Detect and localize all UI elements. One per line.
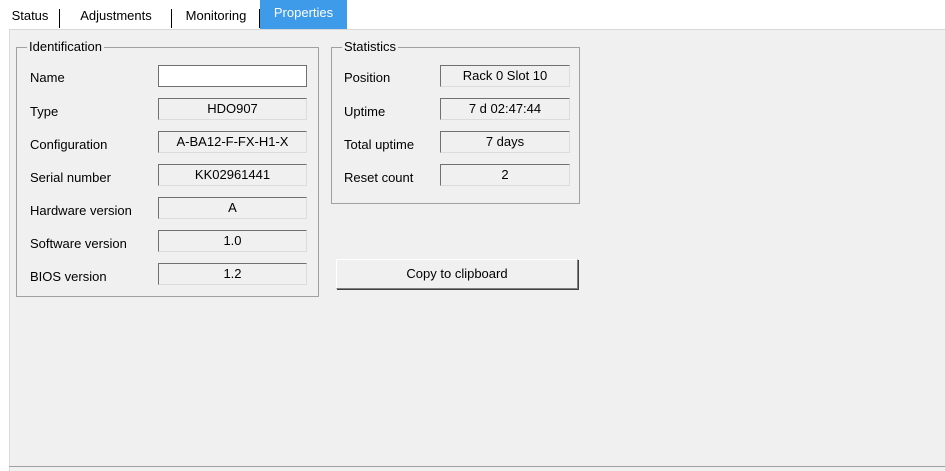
type-label: Type — [30, 104, 59, 119]
identification-title: Identification — [27, 39, 104, 55]
tab-status[interactable]: Status — [0, 0, 60, 29]
name-label: Name — [30, 70, 65, 85]
tab-monitoring[interactable]: Monitoring — [172, 0, 260, 29]
position-value: Rack 0 Slot 10 — [440, 65, 570, 87]
hardware-version-value: A — [158, 197, 307, 219]
reset-count-label: Reset count — [344, 170, 414, 185]
total-uptime-value: 7 days — [440, 131, 570, 153]
serial-number-value: KK02961441 — [158, 164, 307, 186]
reset-count-value: 2 — [440, 164, 570, 186]
panel-bottom-border — [9, 466, 945, 467]
uptime-label: Uptime — [344, 104, 386, 119]
position-label: Position — [344, 70, 391, 85]
statistics-title: Statistics — [342, 39, 399, 55]
uptime-value: 7 d 02:47:44 — [440, 98, 570, 120]
total-uptime-label: Total uptime — [344, 137, 415, 152]
configuration-label: Configuration — [30, 137, 108, 152]
tab-strip: Status Adjustments Monitoring Properties — [0, 0, 945, 30]
name-field[interactable] — [158, 65, 307, 87]
configuration-value: A-BA12-F-FX-H1-X — [158, 131, 307, 153]
type-value: HDO907 — [158, 98, 307, 120]
tab-adjustments[interactable]: Adjustments — [60, 0, 172, 29]
bios-version-value: 1.2 — [158, 263, 307, 285]
serial-number-label: Serial number — [30, 170, 111, 185]
copy-to-clipboard-button[interactable]: Copy to clipboard — [336, 259, 578, 289]
bios-version-label: BIOS version — [30, 269, 107, 284]
software-version-value: 1.0 — [158, 230, 307, 252]
software-version-label: Software version — [30, 236, 127, 251]
hardware-version-label: Hardware version — [30, 203, 132, 218]
tab-properties[interactable]: Properties — [260, 0, 347, 29]
